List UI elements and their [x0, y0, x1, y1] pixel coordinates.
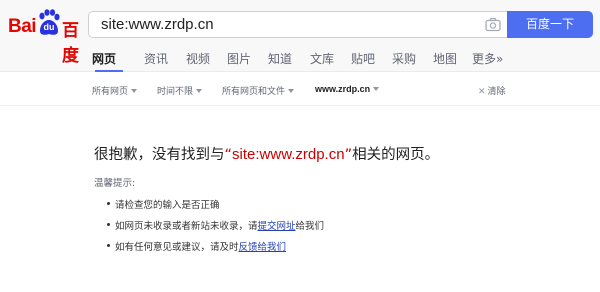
caret-down-icon [131, 89, 138, 93]
filter-time[interactable]: 时间不限 [157, 84, 203, 97]
query-keyword: site:www.zrdp.cn [232, 146, 345, 163]
tip-submit-url: 如网页未收录或者新站未收录，请提交网址给我们 [106, 218, 325, 232]
filter-site-label: www.zrdp.cn [315, 84, 371, 94]
tip-check-input: 请检查您的输入是否正确 [107, 197, 220, 211]
tip-feedback-prefix: 如有任何意见或建议，请及时 [115, 242, 239, 253]
filter-file-type[interactable]: 所有网页和文件 [222, 84, 295, 97]
caret-down-icon [196, 89, 203, 93]
filter-all-pages[interactable]: 所有网页 [92, 84, 138, 97]
clear-filter-button[interactable]: ✕ 清除 [478, 84, 506, 97]
feedback-link[interactable]: 反馈给我们 [239, 242, 287, 253]
close-icon: ✕ [478, 87, 486, 97]
tab-purchase[interactable]: 采购 [392, 50, 416, 67]
search-input[interactable] [101, 12, 471, 37]
no-results-message: 很抱歉，没有找到与“site:www.zrdp.cn”相关的网页。 [94, 143, 439, 164]
logo-bai-text: Bai [8, 16, 37, 37]
tab-web[interactable]: 网页 [92, 50, 116, 67]
tab-zhidao[interactable]: 知道 [268, 50, 292, 67]
filter-time-label: 时间不限 [157, 87, 194, 97]
search-box [88, 11, 507, 38]
tab-map[interactable]: 地图 [433, 50, 457, 67]
filter-file-type-label: 所有网页和文件 [222, 87, 286, 97]
tip-feedback: 如有任何意见或建议，请及时反馈给我们 [106, 239, 287, 253]
submit-url-link[interactable]: 提交网址 [258, 221, 296, 232]
camera-icon[interactable] [485, 17, 501, 32]
search-button[interactable]: 百度一下 [507, 11, 593, 38]
tab-news[interactable]: 资讯 [144, 50, 168, 67]
tab-images[interactable]: 图片 [227, 50, 251, 67]
tab-tieba[interactable]: 贴吧 [351, 50, 375, 67]
clear-filter-label: 清除 [487, 87, 506, 97]
tab-video[interactable]: 视频 [186, 50, 210, 67]
caret-down-icon [373, 87, 380, 91]
tips-title: 温馨提示: [94, 178, 136, 189]
filter-all-pages-label: 所有网页 [92, 87, 129, 97]
tab-more[interactable]: 更多» [472, 50, 503, 67]
open-quote: “ [224, 147, 233, 163]
tip-submit-url-suffix: 给我们 [295, 221, 325, 232]
tip-submit-url-prefix: 如网页未收录或者新站未收录，请 [115, 221, 258, 232]
tab-wenku[interactable]: 文库 [310, 50, 334, 67]
logo-du-text: du [43, 22, 55, 32]
message-prefix: 很抱歉，没有找到与 [94, 147, 225, 163]
baidu-logo[interactable]: Bai du 百度 [8, 8, 88, 66]
close-quote: ” [344, 147, 353, 163]
message-suffix: 相关的网页。 [352, 147, 440, 163]
caret-down-icon [288, 89, 295, 93]
filter-site[interactable]: www.zrdp.cn [315, 84, 380, 94]
filter-bar: 所有网页 时间不限 所有网页和文件 www.zrdp.cn ✕ 清除 [0, 72, 600, 106]
top-bar: Bai du 百度 百度一下 网页 资讯 视频 图片 知道 文库 贴吧 采购 地… [0, 0, 600, 72]
logo-cn-text: 百度 [62, 21, 79, 66]
